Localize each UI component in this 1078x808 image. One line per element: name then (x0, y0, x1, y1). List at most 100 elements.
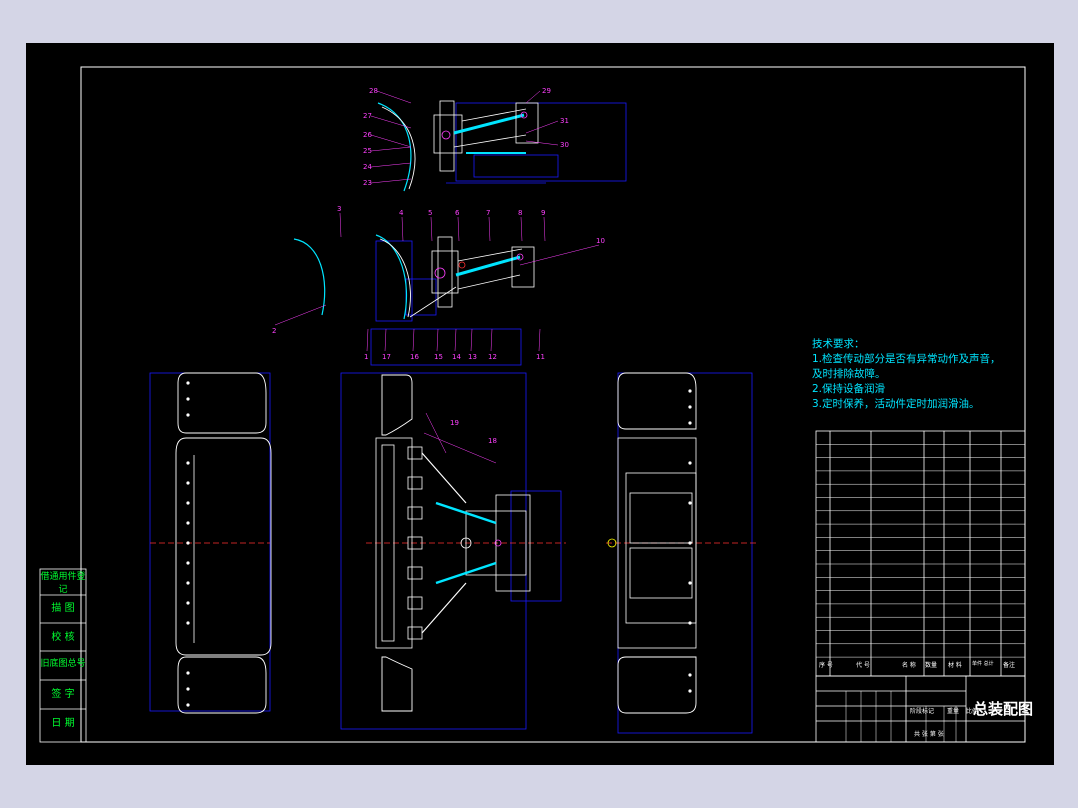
leader-line (339, 212, 342, 238)
mount-bracket (515, 102, 539, 144)
wheel-outline (617, 656, 697, 714)
leader-line (370, 178, 412, 184)
leader-line (525, 90, 541, 104)
dimension-box (370, 328, 522, 366)
push-arm (421, 452, 467, 504)
leader-line (525, 120, 559, 134)
leader-line (423, 432, 497, 464)
side-stamp-row: 签 字 (51, 689, 75, 700)
cylinder-plate (629, 547, 693, 599)
push-arm (421, 582, 467, 634)
title-block-weight: 重量 (947, 708, 960, 715)
bolt-hole (186, 601, 190, 605)
parts-header-seq: 序 号 (819, 662, 833, 669)
leader-line (370, 162, 412, 168)
bolt-hole (688, 389, 692, 393)
dimension-box (510, 490, 562, 602)
mount-block (407, 446, 423, 460)
dimension-box (473, 154, 559, 178)
cylinder-plate (629, 492, 693, 544)
wheel-outline (617, 372, 697, 430)
bolt-hole (688, 461, 692, 465)
tech-item: 2.保持设备润滑 (812, 383, 886, 395)
leader-line (454, 328, 457, 352)
balloon-label: 18 (488, 437, 497, 445)
wheel-outline (381, 374, 413, 436)
wheel-outline (381, 656, 413, 712)
dimension-box (617, 372, 753, 734)
bolt-hole (688, 421, 692, 425)
pivot-joint (441, 130, 451, 140)
balloon-label: 10 (596, 237, 605, 245)
balloon-label: 23 (363, 179, 372, 187)
balloon-label: 1 (364, 353, 368, 361)
balloon-label: 3 (337, 205, 341, 213)
side-stamp-row: 日 期 (51, 718, 75, 729)
balloon-label: 27 (363, 112, 372, 120)
leader-line (401, 216, 404, 242)
balloon-label: 12 (488, 353, 497, 361)
tech-requirements: 技术要求： 1.检查传动部分是否有异常动作及声音， 及时排除故障。 2.保持设备… (812, 337, 1001, 412)
leader-line (538, 328, 541, 352)
tech-item: 及时排除故障。 (812, 368, 886, 380)
balloon-label: 15 (434, 353, 443, 361)
balloon-label: 16 (410, 353, 419, 361)
balloon-label: 29 (542, 87, 551, 95)
leader-line (274, 304, 327, 326)
balloon-label: 13 (468, 353, 477, 361)
dimension-box (455, 102, 627, 182)
balloon-label: 31 (560, 117, 569, 125)
leader-line (457, 216, 460, 242)
leader-line (520, 216, 523, 242)
leader-line (370, 115, 412, 129)
bolt-hole (186, 561, 190, 565)
parts-header-weight: 单件 总计 (972, 661, 994, 667)
parts-header-name: 名 称 (902, 662, 916, 669)
dimension-box (340, 372, 527, 730)
bolt-hole (186, 687, 190, 691)
leader-line (370, 134, 412, 148)
bolt-hole (186, 703, 190, 707)
bolt-hole (186, 521, 190, 525)
parts-header-code: 代 号 (856, 662, 870, 669)
bolt-hole (186, 541, 190, 545)
frame-plate (433, 114, 463, 154)
leader-line (430, 216, 433, 242)
mount-block (407, 566, 423, 580)
link-arm (461, 108, 527, 122)
parts-header-qty: 数量 (925, 662, 938, 669)
leader-line (384, 328, 387, 352)
bolt-hole (688, 689, 692, 693)
drawing-title: 总装配图 (973, 700, 1034, 718)
bolt-hole (688, 541, 692, 545)
bolt-hole (688, 405, 692, 409)
parts-header-material: 材 料 (948, 662, 962, 669)
balloon-label: 8 (518, 209, 522, 217)
title-block-sheet: 共 张 第 张 (914, 731, 944, 738)
title-block-stage: 阶段标记 (910, 708, 935, 715)
bolt-hole (688, 581, 692, 585)
tech-item: 1.检查传动部分是否有异常动作及声音， (812, 353, 1001, 365)
leader-line (376, 90, 412, 104)
balloon-label: 28 (369, 87, 378, 95)
pivot-joint (458, 261, 466, 269)
blade-outline (293, 238, 326, 316)
wheel-outline (177, 372, 267, 434)
lower-link (409, 286, 457, 318)
drawing-sheet: 28 27 26 25 24 23 29 31 30 3 4 5 6 7 8 9 10 2 1 17 16 15 14 13 1… (26, 43, 1054, 765)
bolt-hole (186, 581, 190, 585)
bolt-hole (186, 671, 190, 675)
parts-header-note: 备注 (1003, 662, 1016, 669)
leader-line (412, 328, 415, 352)
leader-line (470, 328, 473, 352)
balloon-label: 25 (363, 147, 372, 155)
leader-line (519, 244, 600, 266)
dimension-box (149, 372, 271, 712)
bolt-hole (186, 413, 190, 417)
leader-line (490, 328, 493, 352)
side-stamp-row: 旧底图总号 (40, 659, 86, 669)
leader-line (436, 328, 439, 352)
leader-line (488, 216, 491, 242)
balloon-label: 5 (428, 209, 432, 217)
blade-outline (377, 102, 412, 192)
